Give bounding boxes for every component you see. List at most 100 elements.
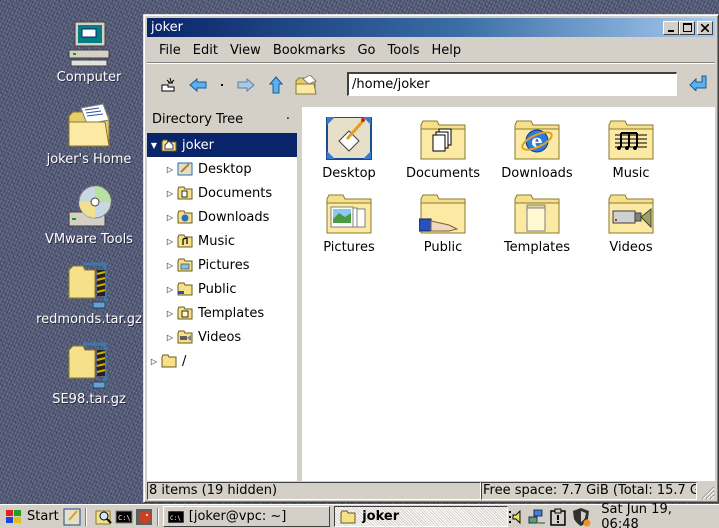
- menu-bookmarks[interactable]: Bookmarks: [267, 41, 352, 60]
- expand-arrow-icon[interactable]: ▷: [147, 357, 161, 366]
- tree-item-label: Public: [198, 281, 237, 297]
- clock[interactable]: Sat Jun 19, 06:48: [601, 502, 713, 528]
- tree-item-templates[interactable]: ▷ Templates: [147, 301, 297, 325]
- network-icon[interactable]: [528, 509, 546, 525]
- dropdown-dot-icon: [221, 84, 223, 86]
- documents-folder-icon: [419, 117, 467, 161]
- expand-arrow-icon[interactable]: ▷: [163, 165, 177, 174]
- expand-arrow-icon[interactable]: ▷: [163, 285, 177, 294]
- tree-item-label: Documents: [198, 185, 273, 201]
- title-bar[interactable]: joker: [147, 18, 715, 37]
- file-item-pictures[interactable]: Pictures: [302, 191, 396, 255]
- collapse-arrow-icon[interactable]: ▼: [147, 141, 161, 150]
- tree-item-documents[interactable]: ▷ Documents: [147, 181, 297, 205]
- desktop-icon-label: VMware Tools: [45, 232, 133, 247]
- resize-grip-icon[interactable]: [697, 482, 715, 500]
- menu-edit[interactable]: Edit: [187, 41, 224, 60]
- tree-item-label: joker: [182, 137, 214, 153]
- forward-arrow-icon: [237, 78, 255, 92]
- forward-button[interactable]: [233, 72, 259, 98]
- file-item-desktop[interactable]: Desktop: [302, 117, 396, 181]
- home-folder-icon: [295, 75, 317, 95]
- public-folder-icon: [177, 282, 193, 296]
- search-icon[interactable]: [95, 508, 113, 526]
- tree-item-pictures[interactable]: ▷ Pictures: [147, 253, 297, 277]
- tree-item-label: Videos: [198, 329, 242, 345]
- menu-file[interactable]: File: [153, 41, 187, 60]
- history-dropdown[interactable]: [215, 72, 229, 98]
- toolbar: /home/joker: [147, 67, 715, 103]
- go-button[interactable]: [689, 75, 707, 95]
- public-folder-icon: [419, 191, 467, 235]
- file-item-templates[interactable]: Templates: [490, 191, 584, 255]
- templates-folder-icon: [177, 306, 193, 320]
- expand-arrow-icon[interactable]: ▷: [163, 189, 177, 198]
- menu-go[interactable]: Go: [351, 41, 381, 60]
- computer-icon: [68, 21, 110, 67]
- tree-item-label: Music: [198, 233, 235, 249]
- expand-arrow-icon[interactable]: ▷: [163, 213, 177, 222]
- show-desktop-icon[interactable]: [63, 508, 81, 526]
- desktop-icon-computer[interactable]: Computer: [34, 20, 144, 85]
- desktop-folder-icon: [326, 117, 372, 160]
- directory-tree: ▼ joker ▷ Desktop ▷ Documents ▷ Download…: [147, 133, 298, 481]
- svg-text:C:\: C:\: [118, 514, 131, 522]
- desktop-folder-icon: [177, 162, 193, 176]
- documents-folder-icon: [177, 186, 193, 200]
- volume-icon[interactable]: [508, 509, 524, 525]
- close-button[interactable]: [697, 20, 713, 35]
- tree-item-desktop[interactable]: ▷ Desktop: [147, 157, 297, 181]
- desktop-icon-label: SE98.tar.gz: [52, 392, 126, 407]
- menu-tools[interactable]: Tools: [381, 41, 425, 60]
- side-pane-title: Directory Tree: [152, 111, 244, 127]
- task-terminal[interactable]: C:\ [joker@vpc: ~]: [162, 506, 331, 527]
- desktop-icon-se98-archive[interactable]: SE98.tar.gz: [34, 342, 144, 407]
- file-item-music[interactable]: Music: [584, 117, 678, 181]
- file-item-videos[interactable]: Videos: [584, 191, 678, 255]
- file-item-public[interactable]: Public: [396, 191, 490, 255]
- expand-arrow-icon[interactable]: ▷: [163, 261, 177, 270]
- tree-item-label: Pictures: [198, 257, 250, 273]
- start-label: Start: [27, 509, 59, 524]
- app-dino-icon[interactable]: [135, 508, 153, 526]
- taskbar-separator: [84, 507, 87, 526]
- file-item-label: Public: [423, 240, 463, 255]
- tree-item-public[interactable]: ▷ Public: [147, 277, 297, 301]
- up-button[interactable]: [263, 72, 289, 98]
- shield-icon[interactable]: [571, 507, 591, 527]
- menu-view[interactable]: View: [224, 41, 267, 60]
- tree-item-videos[interactable]: ▷ Videos: [147, 325, 297, 349]
- file-item-label: Downloads: [501, 166, 573, 181]
- file-item-documents[interactable]: Documents: [396, 117, 490, 181]
- desktop-icon-label: joker's Home: [46, 152, 132, 167]
- new-tab-button[interactable]: [155, 72, 181, 98]
- file-item-downloads[interactable]: e Downloads: [490, 117, 584, 181]
- desktop-icon-vmware-tools[interactable]: VMware Tools: [34, 182, 144, 247]
- menu-help[interactable]: Help: [426, 41, 468, 60]
- back-button[interactable]: [185, 72, 211, 98]
- expand-arrow-icon[interactable]: ▷: [163, 237, 177, 246]
- task-file-manager[interactable]: joker: [334, 506, 508, 527]
- music-folder-icon: [607, 117, 655, 161]
- expand-arrow-icon[interactable]: ▷: [163, 333, 177, 342]
- tree-item-music[interactable]: ▷ Music: [147, 229, 297, 253]
- side-pane-menu-button[interactable]: ·: [286, 112, 290, 127]
- music-folder-icon: [177, 234, 193, 248]
- tree-item-root[interactable]: ▷ /: [147, 349, 297, 373]
- desktop-icon-redmonds-archive[interactable]: redmonds.tar.gz: [34, 262, 144, 327]
- terminal-icon[interactable]: C:\: [115, 508, 133, 526]
- tree-item-label: Templates: [198, 305, 265, 321]
- clipboard-icon[interactable]: [549, 508, 567, 526]
- desktop-icon-label: redmonds.tar.gz: [36, 312, 142, 327]
- file-item-label: Pictures: [323, 240, 375, 255]
- start-button[interactable]: Start: [0, 506, 59, 528]
- desktop-icon-home[interactable]: joker's Home: [34, 102, 144, 167]
- tree-item-joker[interactable]: ▼ joker: [147, 133, 297, 157]
- minimize-button[interactable]: [663, 20, 679, 35]
- expand-arrow-icon[interactable]: ▷: [163, 309, 177, 318]
- address-input[interactable]: /home/joker: [347, 72, 677, 96]
- home-button[interactable]: [293, 72, 319, 98]
- tree-item-downloads[interactable]: ▷ Downloads: [147, 205, 297, 229]
- maximize-button[interactable]: [679, 20, 695, 35]
- tree-item-label: /: [182, 353, 187, 369]
